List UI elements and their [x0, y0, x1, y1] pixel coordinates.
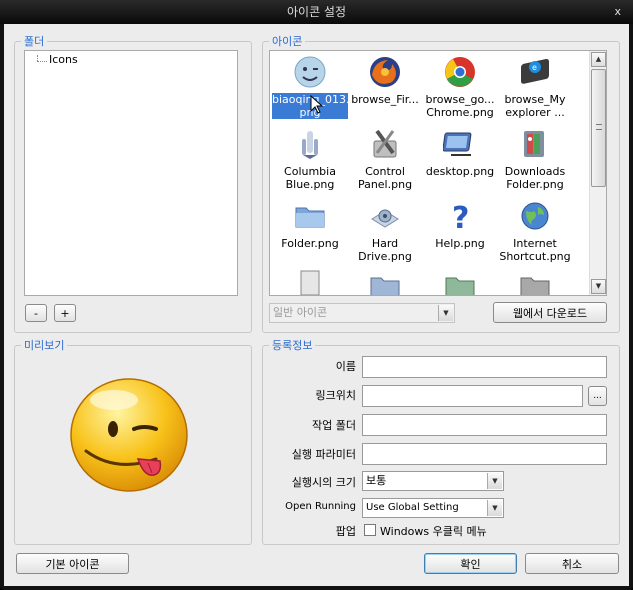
- icon-item-firefox[interactable]: browse_Fir...: [347, 55, 423, 106]
- name-label: 이름: [335, 360, 356, 373]
- icon-list-scrollbar[interactable]: ▲ ▼: [589, 51, 606, 295]
- tools-icon: [368, 127, 402, 161]
- name-input[interactable]: [362, 356, 607, 378]
- firefox-icon: [368, 55, 402, 89]
- smiley-face-icon: [293, 55, 327, 89]
- desktop-icon: [442, 127, 477, 161]
- mouse-cursor-icon: [310, 95, 324, 114]
- link-input[interactable]: [362, 385, 583, 407]
- folder-group-legend: 폴더: [24, 35, 45, 48]
- download-from-web-button[interactable]: 웹에서 다운로드: [493, 302, 607, 323]
- size-label: 실행시의 크기: [291, 476, 356, 489]
- info-group-legend: 등록정보: [272, 339, 313, 352]
- folder-icon: [443, 269, 477, 295]
- icon-item-downloads[interactable]: Downloads Folder.png: [497, 127, 573, 191]
- space-shuttle-icon: [293, 127, 327, 161]
- icon-item-partial[interactable]: [497, 269, 573, 295]
- window-title: 아이콘 설정: [286, 5, 346, 19]
- folder-icon: [518, 269, 552, 295]
- close-button[interactable]: x: [614, 0, 621, 24]
- icon-item-partial[interactable]: [272, 269, 348, 295]
- scroll-up-icon[interactable]: ▲: [591, 52, 606, 67]
- folder-icon: [293, 199, 327, 233]
- globe-icon: [518, 199, 552, 233]
- icon-category-select[interactable]: 일반 아이콘 ▼: [269, 303, 455, 323]
- preview-image: [64, 367, 194, 497]
- open-running-select[interactable]: Use Global Setting ▼: [362, 498, 504, 518]
- icon-item-folder[interactable]: Folder.png: [272, 199, 348, 250]
- workdir-input[interactable]: [362, 414, 607, 436]
- size-select[interactable]: 보통 ▼: [362, 471, 504, 491]
- tree-item-icons[interactable]: Icons: [49, 53, 78, 66]
- folder-icon: [368, 269, 402, 295]
- downloads-folder-icon: [518, 127, 552, 161]
- scroll-thumb[interactable]: [591, 69, 606, 187]
- svg-text:?: ?: [452, 201, 469, 233]
- icon-list[interactable]: biaoqing_013. png browse_Fir... browse_g…: [269, 50, 607, 296]
- title-bar[interactable]: 아이콘 설정 x: [0, 0, 633, 24]
- remove-folder-button[interactable]: -: [25, 304, 47, 322]
- dropdown-arrow-icon[interactable]: ▼: [487, 500, 502, 516]
- ok-button[interactable]: 확인: [424, 553, 517, 574]
- icon-item-desktop[interactable]: desktop.png: [422, 127, 498, 178]
- popup-label: 팝업: [335, 525, 356, 538]
- params-label: 실행 파라미터: [291, 448, 356, 461]
- cancel-button[interactable]: 취소: [525, 553, 619, 574]
- icon-group-legend: 아이콘: [272, 35, 303, 48]
- icon-item-control-panel[interactable]: Control Panel.png: [347, 127, 423, 191]
- popup-checkbox-label: Windows 우클릭 메뉴: [380, 525, 487, 538]
- preview-group-legend: 미리보기: [24, 339, 65, 352]
- icon-item-explorer[interactable]: e browse_My explorer ...: [497, 55, 573, 119]
- default-icon-button[interactable]: 기본 아이콘: [16, 553, 129, 574]
- dropdown-arrow-icon[interactable]: ▼: [487, 473, 502, 489]
- icon-settings-dialog: 아이콘 설정 x 폴더 Icons - + 아이콘 biaoqing_013. …: [0, 0, 633, 590]
- scroll-down-icon[interactable]: ▼: [591, 279, 606, 294]
- help-icon: ?: [443, 199, 477, 236]
- icon-item-columbia[interactable]: Columbia Blue.png: [272, 127, 348, 191]
- params-input[interactable]: [362, 443, 607, 465]
- svg-text:e: e: [532, 63, 537, 72]
- document-icon: [293, 269, 327, 295]
- browse-button[interactable]: ...: [588, 386, 607, 406]
- folder-tree[interactable]: Icons: [24, 50, 238, 296]
- icon-item-chrome[interactable]: browse_go... Chrome.png: [422, 55, 498, 119]
- icon-item-partial[interactable]: [422, 269, 498, 295]
- workdir-label: 작업 폴더: [312, 419, 356, 432]
- winking-smiley-icon: [70, 378, 188, 492]
- open-running-label: Open Running: [285, 501, 356, 512]
- icon-item-internet[interactable]: Internet Shortcut.png: [497, 199, 573, 263]
- dropdown-arrow-icon[interactable]: ▼: [438, 305, 453, 321]
- popup-checkbox[interactable]: [364, 524, 376, 536]
- chrome-icon: [443, 55, 477, 89]
- dark-explorer-icon: e: [518, 55, 552, 89]
- icon-item-hard-drive[interactable]: Hard Drive.png: [347, 199, 423, 263]
- dialog-client: 폴더 Icons - + 아이콘 biaoqing_013. png: [4, 24, 629, 586]
- icon-item-partial[interactable]: [347, 269, 423, 295]
- link-label: 링크위치: [315, 389, 356, 402]
- icon-item-help[interactable]: ? Help.png: [422, 199, 498, 250]
- hard-drive-icon: [368, 199, 402, 233]
- add-folder-button[interactable]: +: [54, 304, 76, 322]
